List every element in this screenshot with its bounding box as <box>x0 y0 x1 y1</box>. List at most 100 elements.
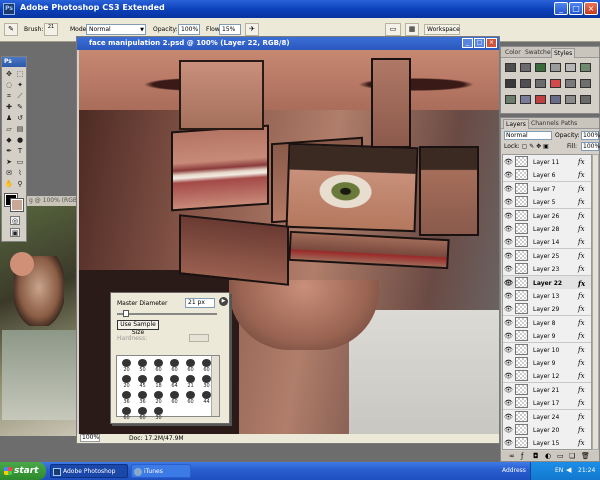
language-indicator[interactable]: EN <box>555 467 563 474</box>
eraser-tool-icon[interactable]: ▱ <box>4 125 14 134</box>
fx-icon[interactable]: fx <box>578 171 585 179</box>
airbrush-icon[interactable]: ✈ <box>245 23 259 36</box>
eye-icon[interactable]: 👁 <box>504 359 513 367</box>
fx-icon[interactable]: fx <box>578 439 585 447</box>
eye-icon[interactable]: 👁 <box>504 238 513 246</box>
tab-styles[interactable]: Styles <box>551 48 576 58</box>
brush-preset-picker[interactable]: 21 <box>44 23 58 36</box>
fx-icon[interactable]: fx <box>578 265 585 273</box>
brush-tool-icon[interactable]: ✎ <box>15 103 25 112</box>
history-brush-icon[interactable]: ↺ <box>15 114 25 123</box>
layer-row[interactable]: 👁 Layer 5 fx <box>503 195 591 210</box>
doc-size-info[interactable]: Doc: 17.2M/47.9M <box>129 435 184 442</box>
layer-row[interactable]: 👁 Layer 17 fx <box>503 396 591 411</box>
opacity-field[interactable]: 100% <box>178 24 200 35</box>
marquee-tool-icon[interactable]: ⬚ <box>15 70 25 79</box>
layer-row[interactable]: 👁 Layer 22 fx <box>503 275 591 290</box>
fx-icon[interactable]: fx <box>578 359 585 367</box>
fx-icon[interactable]: fx <box>578 319 585 327</box>
fx-icon[interactable]: fx <box>578 413 585 421</box>
style-swatch[interactable] <box>580 63 591 72</box>
fx-icon[interactable]: fx <box>578 225 585 233</box>
brush-preset[interactable]: 18 <box>151 374 166 389</box>
crop-tool-icon[interactable]: ⌗ <box>4 92 14 101</box>
layer-row[interactable]: 👁 Layer 23 fx <box>503 262 591 277</box>
lasso-tool-icon[interactable]: ◌ <box>4 81 14 90</box>
fx-icon[interactable]: fx <box>578 279 585 288</box>
blend-mode-select[interactable]: Normal <box>504 131 552 140</box>
brush-preset[interactable]: 20 <box>151 390 166 405</box>
volume-icon[interactable]: ◀ <box>566 466 571 474</box>
minimize-button[interactable]: _ <box>554 2 568 15</box>
link-layers-icon[interactable]: ∞ <box>509 452 515 460</box>
tab-layers[interactable]: Layers <box>503 119 529 129</box>
brush-preset[interactable]: 20 <box>119 358 134 373</box>
gradient-tool-icon[interactable]: ▤ <box>15 125 25 134</box>
blur-tool-icon[interactable]: ◆ <box>4 136 14 145</box>
eye-icon[interactable]: 👁 <box>504 439 513 447</box>
tab-channels[interactable]: Channels <box>529 119 561 129</box>
flow-field[interactable]: 15% <box>219 24 241 35</box>
brush-preset[interactable]: 21 <box>183 374 198 389</box>
slice-tool-icon[interactable]: ⟋ <box>15 92 25 101</box>
layer-row[interactable]: 👁 Layer 28 fx <box>503 222 591 236</box>
clock[interactable]: 21:24 <box>578 467 595 474</box>
eye-icon[interactable]: 👁 <box>504 279 513 287</box>
layer-row[interactable]: 👁 Layer 6 fx <box>503 168 591 183</box>
eye-icon[interactable]: 👁 <box>504 225 513 233</box>
file-browser-icon[interactable]: ▭ <box>385 23 401 36</box>
taskbar-item-photoshop[interactable]: Adobe Photoshop CS... <box>50 464 128 478</box>
close-button[interactable]: × <box>584 2 598 15</box>
layer-row[interactable]: 👁 Layer 9 fx <box>503 356 591 370</box>
eye-icon[interactable]: 👁 <box>504 319 513 327</box>
layer-row[interactable]: 👁 Layer 11 fx <box>503 155 591 169</box>
fx-icon[interactable]: fx <box>578 238 585 246</box>
style-swatch[interactable] <box>535 63 546 72</box>
eye-icon[interactable]: 👁 <box>504 252 513 260</box>
style-swatch[interactable] <box>550 79 561 88</box>
layer-row[interactable]: 👁 Layer 29 fx <box>503 302 591 317</box>
fx-icon[interactable]: fx <box>578 426 585 434</box>
eye-icon[interactable]: 👁 <box>504 399 513 407</box>
tab-paths[interactable]: Paths <box>559 119 579 129</box>
fx-icon[interactable]: fx <box>578 386 585 394</box>
fx-icon[interactable]: fx <box>578 346 585 354</box>
layer-row[interactable]: 👁 Layer 10 fx <box>503 342 591 357</box>
layer-row[interactable]: 👁 Layer 26 fx <box>503 208 591 223</box>
brush-preset[interactable]: 60 <box>183 390 198 405</box>
hand-tool-icon[interactable]: ✋ <box>4 180 14 189</box>
layer-list-scrollbar[interactable] <box>592 154 599 450</box>
eye-icon[interactable]: 👁 <box>504 346 513 354</box>
eye-icon[interactable]: 👁 <box>504 426 513 434</box>
healing-brush-icon[interactable]: ✚ <box>4 103 14 112</box>
brush-preset[interactable]: 36 <box>119 390 134 405</box>
address-toolbar-label[interactable]: Address <box>502 467 526 474</box>
fx-icon[interactable]: fx <box>578 252 585 260</box>
brush-preset[interactable]: 60 <box>167 358 182 373</box>
background-color-swatch[interactable] <box>10 198 24 212</box>
new-layer-icon[interactable]: ❏ <box>569 452 575 460</box>
clone-stamp-icon[interactable]: ♟ <box>4 114 14 123</box>
style-swatch[interactable] <box>505 79 516 88</box>
style-swatch[interactable] <box>580 79 591 88</box>
brush-preset[interactable]: 60 <box>167 390 182 405</box>
brush-preset[interactable]: 64 <box>167 374 182 389</box>
eye-icon[interactable]: 👁 <box>504 372 513 380</box>
layer-row[interactable]: 👁 Layer 14 fx <box>503 235 591 250</box>
fx-icon[interactable]: fx <box>578 305 585 313</box>
brush-preset[interactable]: 20 <box>119 374 134 389</box>
diameter-slider-track[interactable] <box>117 313 217 315</box>
eye-icon[interactable]: 👁 <box>504 386 513 394</box>
fx-icon[interactable]: fx <box>578 332 585 340</box>
fx-icon[interactable]: fx <box>578 212 585 220</box>
style-swatch[interactable] <box>565 79 576 88</box>
layer-row[interactable]: 👁 Layer 9 fx <box>503 329 591 344</box>
doc-close-button[interactable]: × <box>486 38 497 48</box>
master-diameter-field[interactable]: 21 px <box>185 298 215 308</box>
brush-preset[interactable]: 30 <box>151 406 166 421</box>
layer-mask-icon[interactable]: ◘ <box>533 452 539 460</box>
eye-icon[interactable]: 👁 <box>504 265 513 273</box>
brush-preset[interactable]: 50 <box>135 358 150 373</box>
style-swatch[interactable] <box>565 63 576 72</box>
doc-maximize-button[interactable]: □ <box>474 38 485 48</box>
